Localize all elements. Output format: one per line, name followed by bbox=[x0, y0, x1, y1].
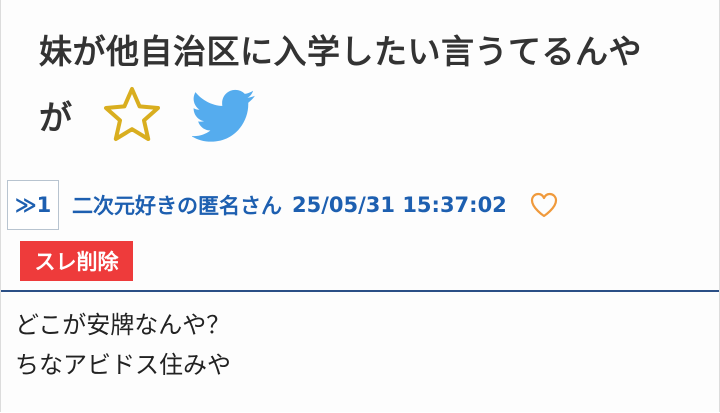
post-datetime: 25/05/31 15:37:02 bbox=[292, 193, 507, 217]
star-outline-icon[interactable] bbox=[100, 83, 164, 147]
delete-thread-button[interactable]: スレ削除 bbox=[20, 241, 133, 281]
post-header: ≫1 二次元好きの匿名さん 25/05/31 15:37:02 bbox=[7, 178, 559, 232]
post-divider bbox=[1, 290, 719, 292]
post-body: どこが安牌なんや？ ちなアビドス住みや bbox=[15, 305, 231, 385]
thread-title-second-line: が bbox=[39, 82, 709, 148]
post-body-line: どこが安牌なんや？ bbox=[15, 311, 231, 339]
thread-title-tail: が bbox=[39, 98, 72, 137]
poster-name: 二次元好きの匿名さん bbox=[72, 194, 282, 218]
heart-outline-icon[interactable] bbox=[529, 191, 559, 219]
thread-title: 妹が他自治区に入学したい言うてるんや bbox=[39, 32, 642, 71]
thread-header: 妹が他自治区に入学したい言うてるんや が bbox=[39, 22, 709, 148]
thread-page: 妹が他自治区に入学したい言うてるんや が ≫1 二次元好きの匿名さん 25/05… bbox=[0, 0, 720, 412]
twitter-bird-icon[interactable] bbox=[192, 83, 256, 147]
post-number-button[interactable]: ≫1 bbox=[7, 180, 59, 230]
post-body-line: ちなアビドス住みや bbox=[15, 351, 231, 379]
